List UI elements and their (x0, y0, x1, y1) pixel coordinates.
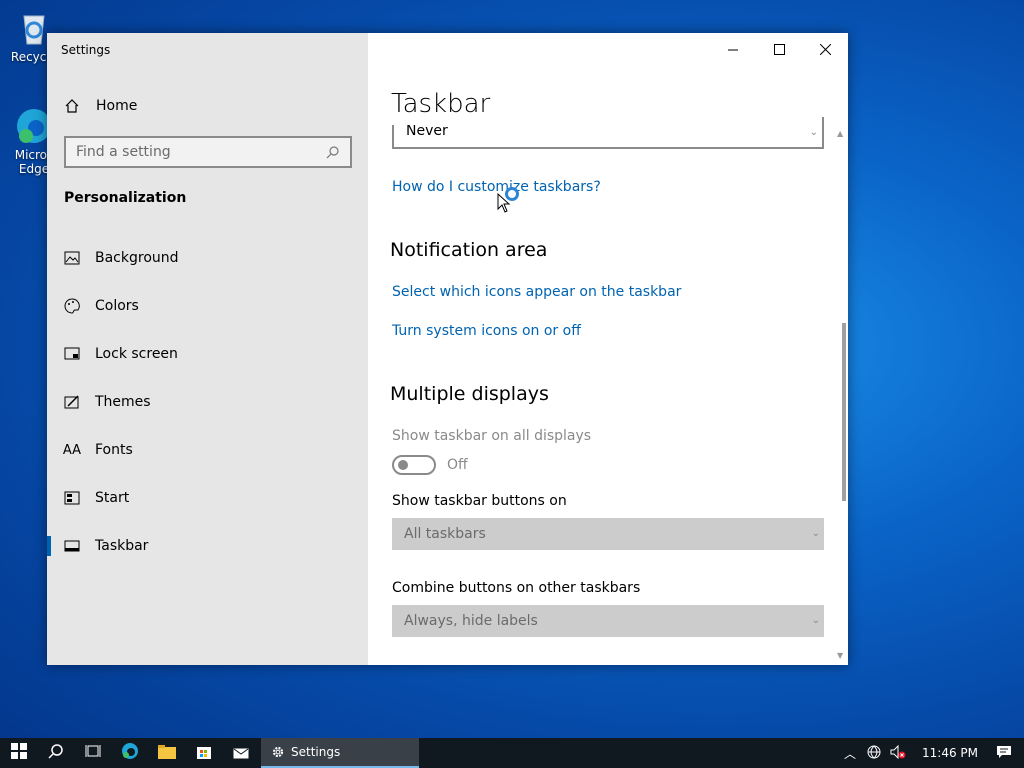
buttons-on-label: Show taskbar buttons on (392, 493, 567, 509)
task-view-button[interactable] (74, 738, 111, 768)
notification-area-heading: Notification area (390, 239, 548, 261)
system-icons-link[interactable]: Turn system icons on or off (392, 323, 581, 339)
buttons-on-dropdown[interactable]: All taskbars ⌄ (392, 518, 824, 550)
taskbar: Settings ︿ 11:46 PM (0, 738, 1024, 768)
globe-icon (867, 745, 881, 762)
sidebar-item-lock-screen[interactable]: Lock screen (47, 334, 368, 374)
toggle-knob (398, 460, 408, 470)
volume-muted-icon (890, 744, 906, 762)
sidebar-item-label: Lock screen (95, 346, 178, 362)
palette-icon (63, 298, 81, 314)
taskbar-app-label: Settings (291, 745, 341, 759)
scroll-down-arrow[interactable]: ▼ (837, 651, 843, 660)
sidebar-item-colors[interactable]: Colors (47, 286, 368, 326)
sidebar-item-label: Start (95, 490, 130, 506)
sidebar-item-fonts[interactable]: A͏A Fonts (47, 430, 368, 470)
taskbar-icon (63, 538, 81, 554)
sidebar-item-themes[interactable]: Themes (47, 382, 368, 422)
home-label: Home (96, 98, 138, 114)
dropdown-value: Never (406, 123, 448, 139)
settings-sidebar: Settings Home Find a setting Personaliza… (47, 33, 368, 665)
clock[interactable]: 11:46 PM (922, 746, 978, 760)
action-center-button[interactable] (992, 745, 1016, 762)
sidebar-item-background[interactable]: Background (47, 238, 368, 278)
section-heading: Personalization (64, 190, 187, 206)
fonts-icon: A͏A (62, 442, 82, 458)
edge-icon (121, 742, 139, 764)
search-icon (326, 145, 340, 159)
system-tray: ︿ 11:46 PM (838, 738, 1024, 768)
combine-dropdown[interactable]: Always, hide labels ⌄ (392, 605, 824, 637)
mail-button[interactable] (222, 738, 259, 768)
sidebar-item-label: Background (95, 250, 179, 266)
task-view-icon (85, 743, 101, 763)
dropdown-value: Always, hide labels (404, 613, 538, 629)
active-indicator (47, 536, 51, 556)
settings-content: Never ⌄ Taskbar How do I customize taskb… (368, 33, 848, 665)
home-icon (64, 98, 82, 114)
network-button[interactable] (862, 745, 886, 762)
settings-taskbar-button[interactable]: Settings (261, 738, 419, 768)
notification-icon (996, 745, 1012, 762)
chevron-down-icon: ⌄ (811, 528, 820, 539)
sidebar-item-label: Taskbar (95, 538, 149, 554)
mouse-pointer-icon (497, 192, 511, 213)
chevron-down-icon: ⌄ (809, 127, 818, 138)
settings-window: Settings Home Find a setting Personaliza… (47, 33, 848, 665)
multiple-displays-heading: Multiple displays (390, 383, 549, 405)
page-title: Taskbar (391, 89, 791, 125)
show-all-displays-label: Show taskbar on all displays (392, 428, 592, 444)
picture-icon (63, 250, 81, 266)
start-icon (63, 490, 81, 506)
window-title: Settings (61, 43, 111, 57)
search-placeholder: Find a setting (76, 144, 171, 160)
start-button[interactable] (0, 738, 37, 768)
search-icon (47, 743, 64, 763)
mail-icon (233, 744, 249, 763)
file-explorer-button[interactable] (148, 738, 185, 768)
folder-icon (157, 744, 176, 763)
combine-label: Combine buttons on other taskbars (392, 580, 641, 596)
volume-button[interactable] (886, 744, 910, 762)
toggle-state: Off (447, 457, 468, 473)
windows-logo-icon (10, 743, 27, 763)
store-button[interactable] (185, 738, 222, 768)
chevron-down-icon: ⌄ (811, 615, 820, 626)
chevron-up-icon: ︿ (843, 746, 856, 761)
search-button[interactable] (37, 738, 74, 768)
themes-icon (63, 394, 81, 410)
show-all-displays-toggle[interactable] (392, 455, 436, 475)
edge-taskbar-button[interactable] (111, 738, 148, 768)
select-icons-link[interactable]: Select which icons appear on the taskbar (392, 284, 681, 300)
lock-screen-icon (63, 346, 81, 362)
store-bag-icon (196, 743, 212, 763)
scrollbar-thumb[interactable] (842, 323, 846, 501)
sidebar-item-taskbar[interactable]: Taskbar (47, 526, 368, 566)
dropdown-value: All taskbars (404, 526, 486, 542)
sidebar-item-label: Themes (95, 394, 151, 410)
search-input[interactable]: Find a setting (64, 136, 352, 168)
sidebar-item-label: Fonts (95, 442, 133, 458)
sidebar-item-label: Colors (95, 298, 139, 314)
gear-icon (271, 745, 285, 759)
home-link[interactable]: Home (64, 96, 137, 116)
scroll-up-arrow[interactable]: ▲ (837, 129, 843, 138)
show-hidden-icons-button[interactable]: ︿ (838, 745, 862, 762)
sidebar-item-start[interactable]: Start (47, 478, 368, 518)
